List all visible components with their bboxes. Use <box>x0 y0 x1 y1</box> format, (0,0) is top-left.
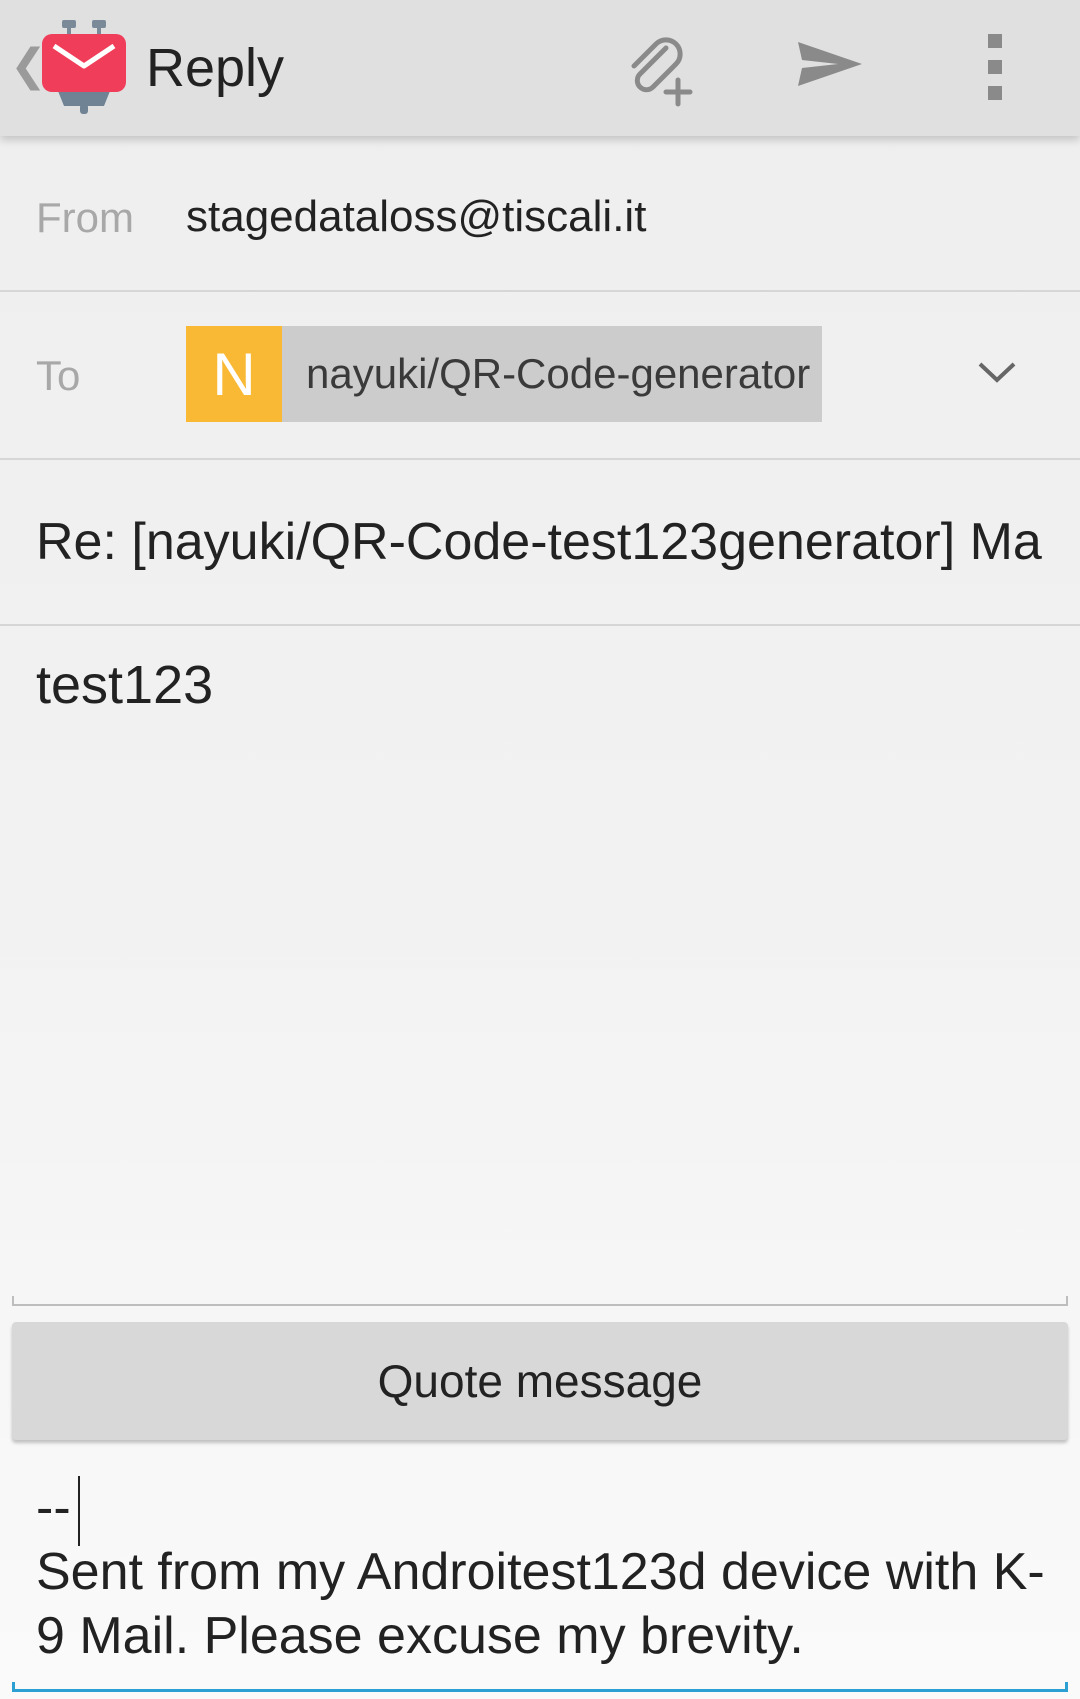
send-icon[interactable] <box>788 28 868 108</box>
quote-message-button[interactable]: Quote message <box>12 1322 1068 1440</box>
to-row: To N nayuki/QR-Code-generator <box>0 292 1080 460</box>
signature-field[interactable]: -- Sent from my Androitest123d device wi… <box>36 1476 1056 1668</box>
signature-separator: -- <box>36 1479 71 1537</box>
subject-field[interactable]: Re: [nayuki/QR-Code-test123generator] Ma <box>36 512 1046 572</box>
page-title: Reply <box>146 38 285 98</box>
body-field-underline <box>12 1296 1068 1306</box>
recipient-chip[interactable]: N nayuki/QR-Code-generator <box>186 326 822 422</box>
signature-field-underline <box>12 1682 1068 1692</box>
recipient-avatar: N <box>186 326 282 422</box>
message-body-field[interactable]: test123 <box>36 654 213 716</box>
from-label: From <box>36 194 134 241</box>
text-cursor <box>78 1476 80 1546</box>
subject-row: Re: [nayuki/QR-Code-test123generator] Ma <box>0 460 1080 626</box>
overflow-menu-icon[interactable] <box>956 28 1036 108</box>
chevron-down-icon[interactable] <box>972 348 1022 398</box>
from-account-selector[interactable]: stagedataloss@tiscali.it <box>186 192 646 242</box>
app-bar: ❮ Reply <box>0 0 1080 136</box>
to-label: To <box>36 352 81 399</box>
from-row: From stagedataloss@tiscali.it <box>0 140 1080 292</box>
signature-text: Sent from my Androitest123d device with … <box>36 1543 1045 1665</box>
recipient-name: nayuki/QR-Code-generator <box>306 350 811 397</box>
k9-mail-logo[interactable] <box>42 20 126 116</box>
attach-add-icon[interactable] <box>618 28 698 108</box>
